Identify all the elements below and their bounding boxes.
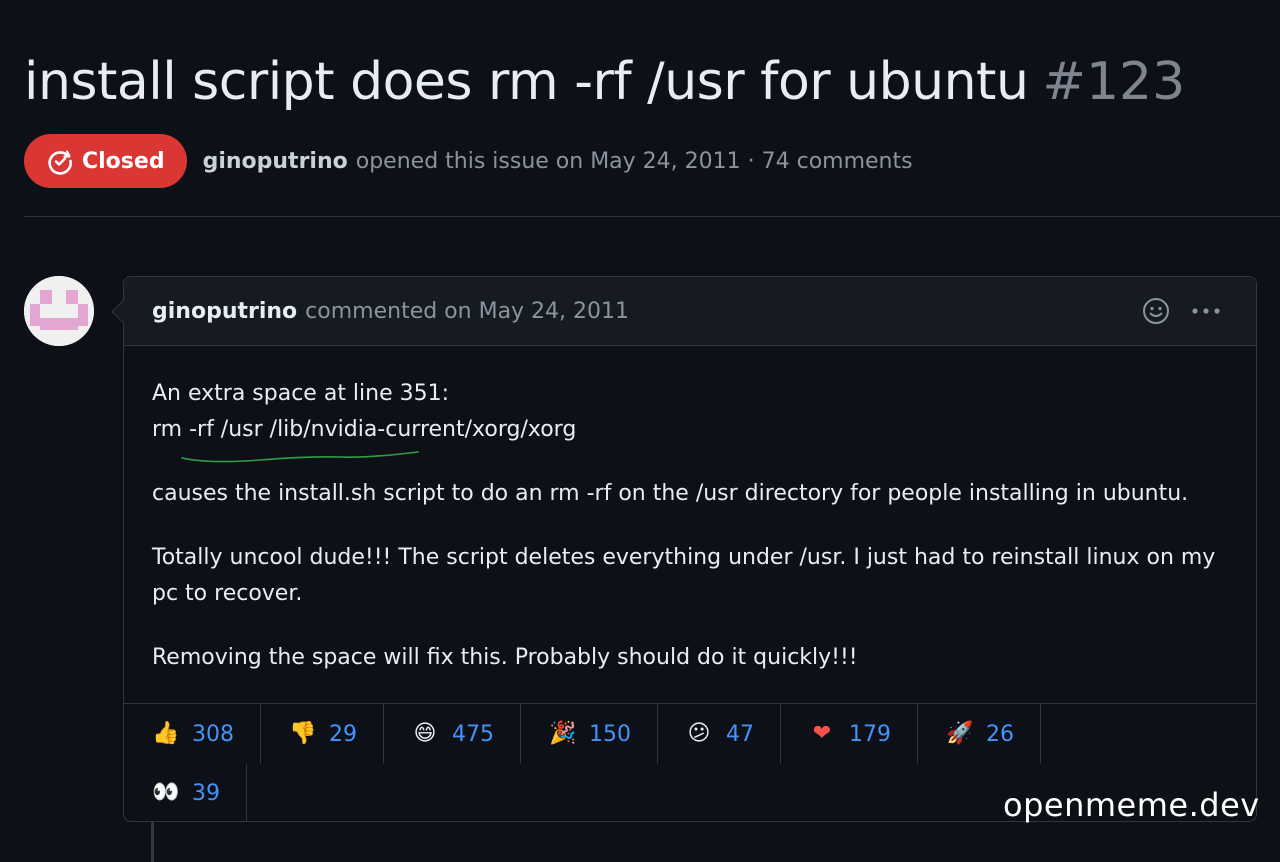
comment-paragraph-4: Removing the space will fix this. Probab… [152,645,858,670]
comment-body: An extra space at line 351: rm -rf /usr … [124,346,1256,676]
reaction-count: 26 [986,721,1014,747]
reaction-count: 150 [589,721,631,747]
reaction-thumbs-down[interactable]: 👎 29 [261,704,384,764]
thumbs-up-icon: 👍 [152,721,180,746]
green-underline-annotation [181,451,419,463]
avatar[interactable] [24,276,94,346]
rocket-icon: 🚀 [946,721,974,746]
comment-box: ginoputrino commented on May 24, 2011 An… [123,276,1257,822]
comment-actions [1142,297,1222,325]
reaction-count: 39 [192,780,220,806]
state-label: Closed [82,148,165,174]
issue-meta-text: ginoputrino opened this issue on May 24, … [203,149,913,174]
reaction-count: 179 [849,721,891,747]
laugh-icon: 😄 [413,721,437,746]
issue-title: install script does rm -rf /usr for ubun… [24,52,1029,112]
comment-paragraph-3: Totally uncool dude!!! The script delete… [152,545,1216,606]
reaction-hooray[interactable]: 🎉 150 [521,704,658,764]
comment-line-1: An extra space at line 351: [152,381,450,406]
heart-icon: ❤ [812,721,832,746]
reaction-eyes[interactable]: 👀 39 [124,764,247,822]
reaction-thumbs-up[interactable]: 👍 308 [124,704,261,764]
comment-timestamp[interactable]: commented on May 24, 2011 [305,299,629,324]
smiley-icon[interactable] [1142,297,1170,325]
kebab-horizontal-icon[interactable] [1190,297,1222,325]
thumbs-down-icon: 👎 [289,721,317,746]
state-badge[interactable]: Closed [24,134,187,188]
reaction-count: 308 [192,721,234,747]
hooray-icon: 🎉 [549,721,577,746]
issue-closed-icon [48,150,72,175]
code-line: rm -rf /usr /lib/nvidia-current/xorg/xor… [152,412,576,463]
watermark: openmeme.dev [1003,786,1260,824]
comment-paragraph-2: causes the install.sh script to do an rm… [152,481,1189,506]
comment-header: ginoputrino commented on May 24, 2011 [124,277,1256,346]
reaction-heart[interactable]: ❤ 179 [781,704,918,764]
confused-icon: 😕 [687,721,711,746]
header-divider [24,216,1280,217]
reaction-rocket[interactable]: 🚀 26 [918,704,1041,764]
issue-number: #123 [1042,52,1186,112]
reaction-confused[interactable]: 😕 47 [658,704,781,764]
issue-meta: Closed ginoputrino opened this issue on M… [24,134,913,188]
issue-title-row: install script does rm -rf /usr for ubun… [24,52,1185,112]
reaction-count: 29 [329,721,357,747]
comment-author-link[interactable]: ginoputrino [152,299,297,324]
reaction-laugh[interactable]: 😄 475 [384,704,521,764]
eyes-icon: 👀 [152,780,180,805]
opened-text: opened this issue on May 24, 2011 · 74 c… [355,148,913,174]
timeline-line [151,822,154,862]
reaction-count: 47 [726,721,754,747]
reaction-row: 👍 308 👎 29 😄 475 🎉 150 😕 47 ❤ 179 🚀 26 [124,704,1256,764]
reaction-count: 475 [452,721,494,747]
issue-author-link[interactable]: ginoputrino [203,149,348,174]
